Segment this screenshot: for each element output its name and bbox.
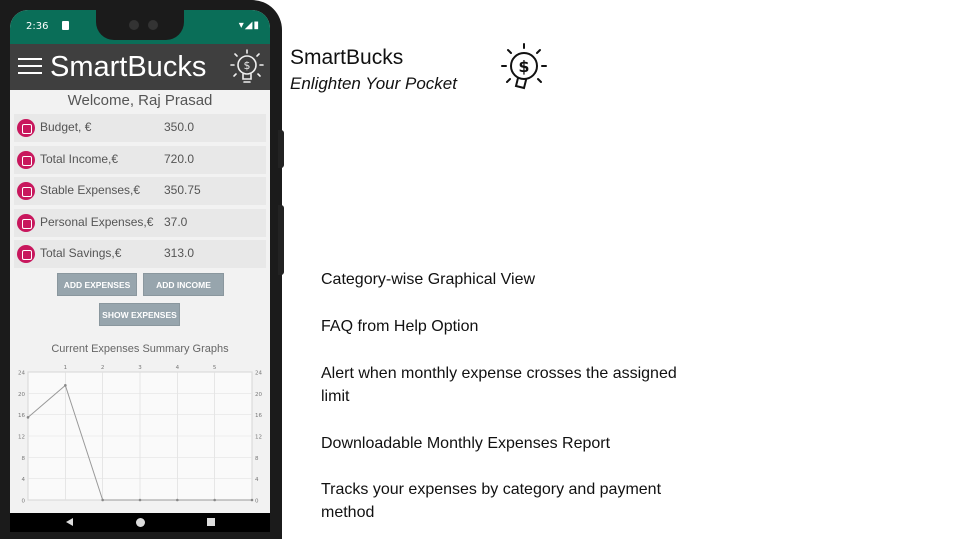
feature-item: Alert when monthly expense crosses the a… (321, 365, 677, 405)
x-tick-label: 2 (101, 365, 105, 371)
feature-item: Downloadable Monthly Expenses Report (321, 435, 611, 452)
y-tick-label-left: 20 (18, 392, 25, 398)
front-camera-icon (148, 20, 158, 30)
phone-frame: 2:36 ▾◢▮ SmartBucks $ Welcome, Raj Prasa… (0, 0, 284, 539)
phone-volume-button (278, 205, 284, 275)
show-expenses-button[interactable]: SHOW EXPENSES (99, 303, 180, 326)
back-icon[interactable] (66, 518, 73, 526)
personal-expenses-icon (17, 213, 35, 232)
chart-data-point (213, 498, 216, 502)
y-tick-label-left: 0 (22, 499, 26, 505)
chart-data-point (176, 498, 179, 502)
x-tick-label: 5 (213, 365, 217, 371)
summary-label: Total Savings,€ (40, 246, 122, 260)
svg-text:$: $ (518, 57, 529, 76)
savings-icon (17, 245, 35, 263)
chart-data-point (101, 498, 104, 502)
add-income-button[interactable]: ADD INCOME (143, 273, 224, 296)
summary-row-total-savings: Total Savings,€ 313.0 (14, 240, 266, 268)
income-icon (17, 150, 35, 169)
phone-screen: 2:36 ▾◢▮ SmartBucks $ Welcome, Raj Prasa… (10, 10, 270, 532)
chart-data-point (64, 384, 67, 387)
y-tick-label-left: 12 (18, 435, 25, 441)
summary-row-total-income: Total Income,€ 720.0 (14, 145, 266, 174)
android-nav-bar (10, 513, 270, 532)
y-tick-label-left: 4 (22, 477, 26, 483)
svg-text:$: $ (244, 59, 251, 72)
chart-title: Current Expenses Summary Graphs (51, 343, 229, 355)
feature-item: Category-wise Graphical View (321, 271, 536, 288)
summary-row-personal-expenses: Personal Expenses,€ 37.0 (14, 208, 266, 237)
x-tick-label: 1 (64, 365, 67, 371)
summary-label: Personal Expenses,€ (40, 214, 154, 229)
chart-data-point (26, 416, 30, 419)
phone-side-button (278, 130, 284, 168)
y-tick-label-right: 24 (255, 371, 262, 377)
y-tick-label-right: 8 (255, 456, 259, 462)
summary-label: Total Income,€ (40, 151, 119, 166)
y-tick-label-left: 16 (18, 413, 25, 419)
add-expenses-button[interactable]: ADD EXPENSES (57, 273, 137, 296)
home-icon[interactable] (136, 518, 145, 527)
summary-value: 350.75 (164, 183, 201, 197)
hamburger-menu-icon[interactable] (18, 58, 42, 76)
brand-tagline: Enlighten Your Pocket (290, 74, 457, 93)
y-tick-label-left: 8 (22, 456, 26, 462)
summary-label: Stable Expenses,€ (40, 183, 141, 197)
summary-value: 313.0 (164, 246, 195, 260)
chart-data-point (138, 498, 142, 502)
system-status-icons: ▾◢▮ (238, 20, 260, 31)
slide: 2:36 ▾◢▮ SmartBucks $ Welcome, Raj Prasa… (0, 0, 966, 539)
app-title: SmartBucks (50, 51, 207, 83)
camera-notch (96, 10, 184, 40)
summary-row-stable-expenses: Stable Expenses,€ 350.75 (14, 177, 266, 205)
x-tick-label: 3 (138, 365, 142, 371)
stable-expenses-icon (17, 182, 35, 200)
summary-list: Budget, € 350.0 Total Income,€ 720.0 Sta… (14, 114, 266, 272)
y-tick-label-right: 20 (255, 392, 262, 398)
y-tick-label-right: 4 (255, 477, 259, 483)
feature-item: FAQ from Help Option (321, 318, 479, 335)
app-bar: SmartBucks $ (10, 44, 270, 90)
y-tick-label-right: 0 (255, 499, 259, 505)
feature-item: Tracks your expenses by category and pay… (321, 481, 662, 521)
x-tick-label: 4 (176, 365, 180, 371)
expenses-line-chart: 0 04 48 812 1216 1620 2024 241 2 3 4 5 (18, 365, 262, 505)
chart-data-point (250, 498, 254, 502)
y-tick-label-right: 16 (255, 413, 262, 419)
summary-value: 37.0 (164, 214, 188, 229)
y-tick-label-left: 24 (18, 371, 25, 377)
welcome-message: Welcome, Raj Prasad (67, 92, 213, 109)
lightbulb-dollar-icon: $ (230, 49, 264, 83)
lightbulb-dollar-icon: $ (501, 43, 547, 90)
summary-value: 720.0 (164, 151, 195, 166)
y-tick-label-right: 12 (255, 435, 262, 441)
brand-title: SmartBucks (290, 46, 404, 69)
recent-apps-icon[interactable] (207, 518, 215, 526)
summary-label: Budget, € (40, 120, 92, 134)
summary-row-budget: Budget, € 350.0 (14, 114, 266, 142)
front-camera-icon (129, 20, 139, 30)
sd-card-icon (62, 21, 69, 30)
summary-value: 350.0 (164, 120, 195, 134)
budget-icon (17, 119, 35, 137)
status-time: 2:36 (26, 21, 49, 32)
